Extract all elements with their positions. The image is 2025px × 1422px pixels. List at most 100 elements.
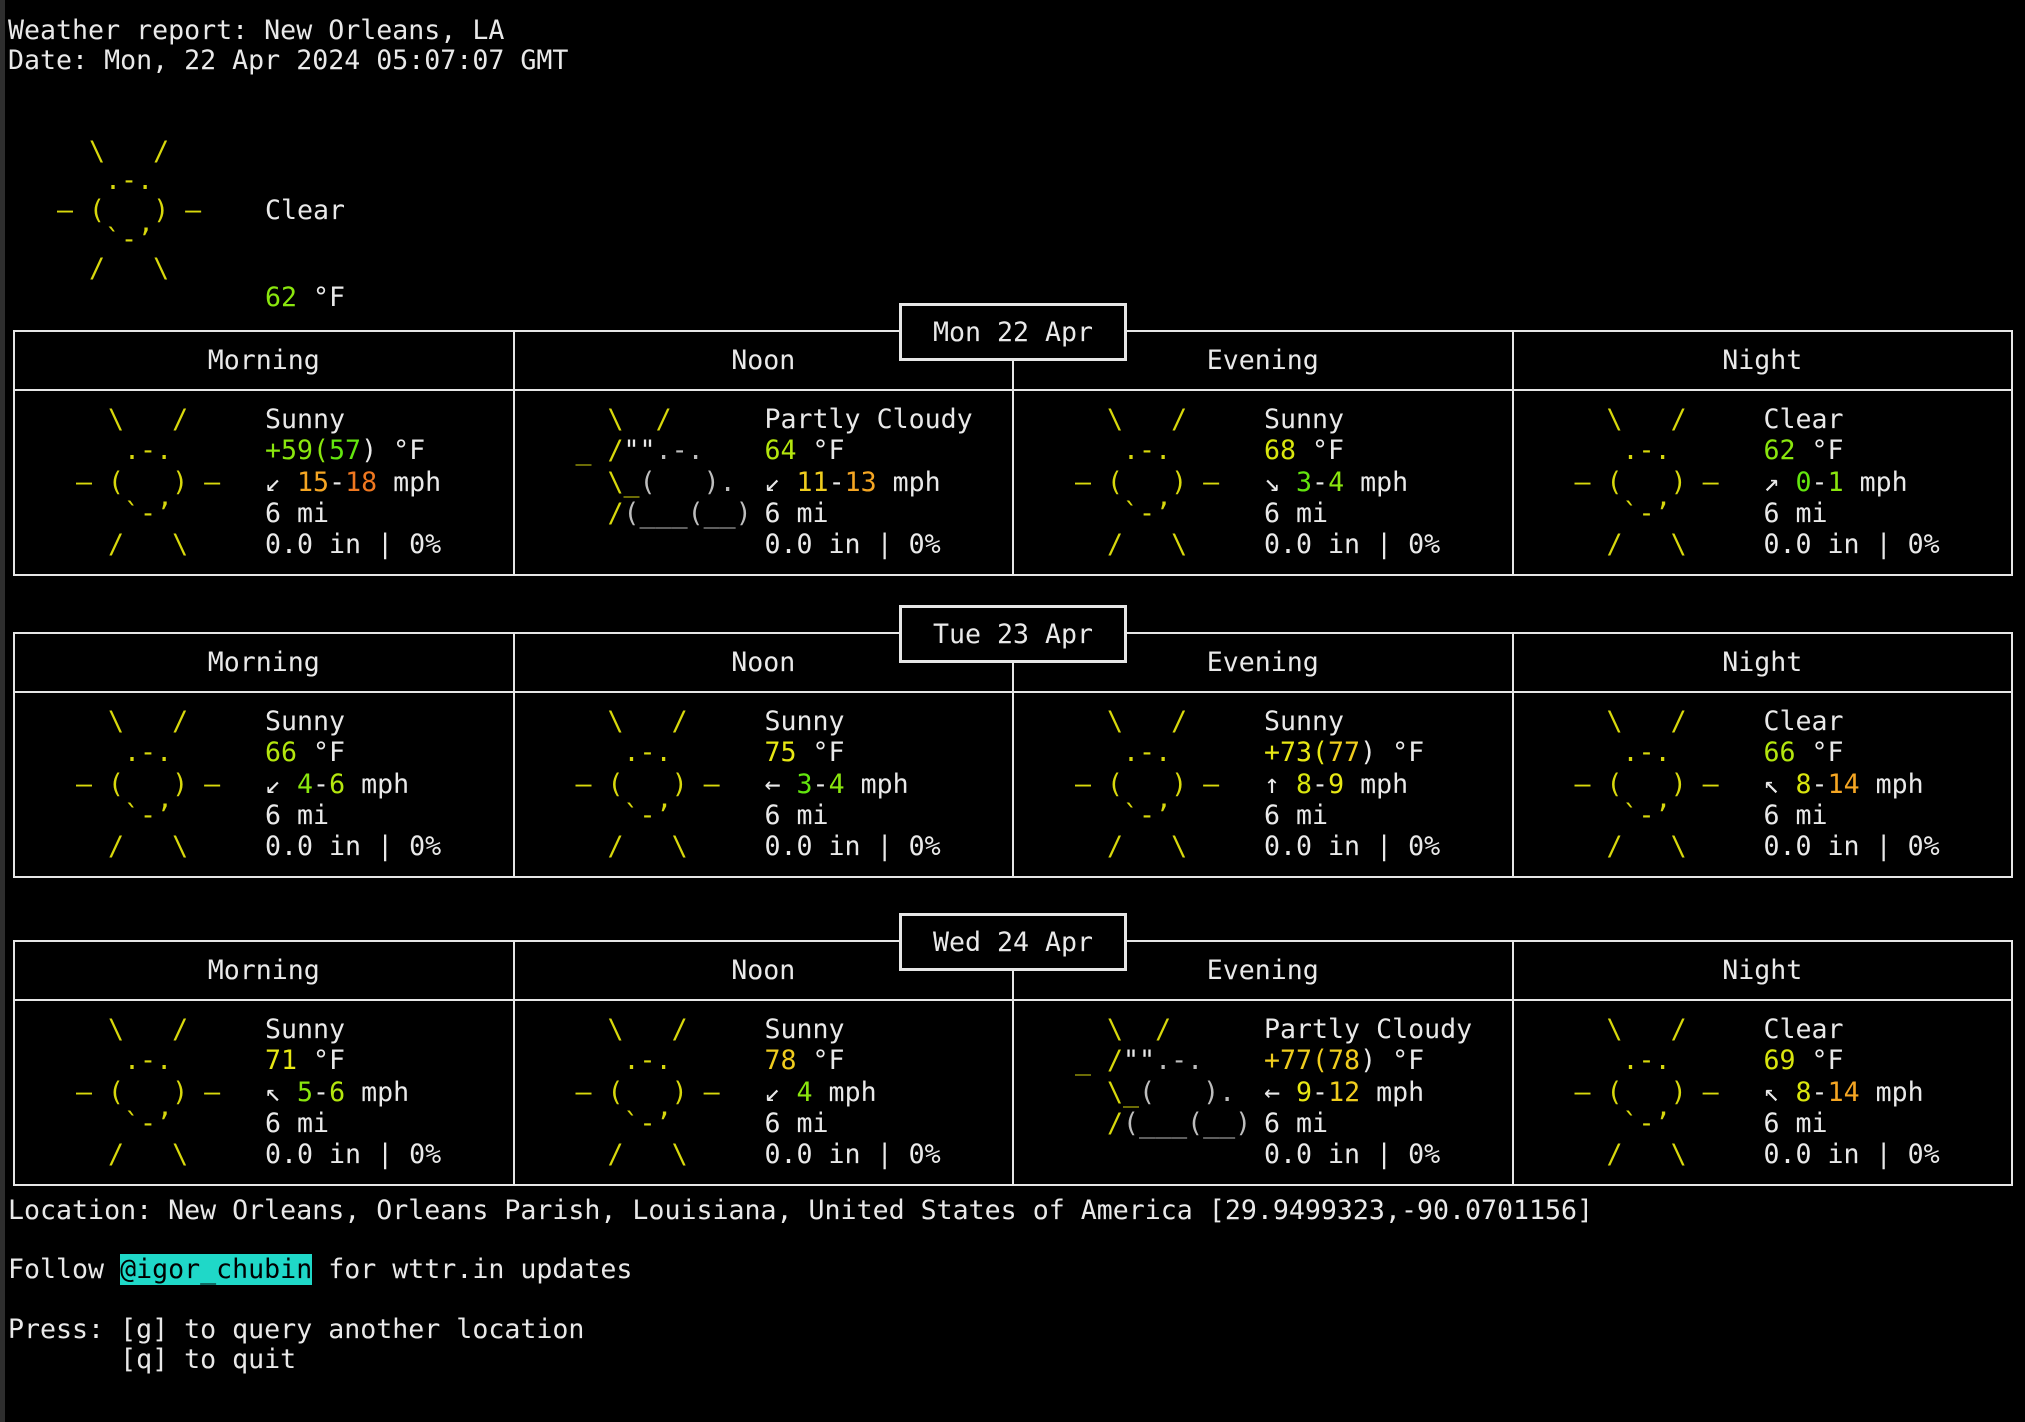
art-line: ― ( ) ―: [560, 1077, 720, 1108]
weather-art: \ / .-. ― ( ) ― `-’ / \: [560, 706, 720, 862]
weather-art: \ / .-. ― ( ) ― `-’ / \: [60, 1014, 220, 1170]
cell-precipitation: 0.0 in | 0%: [1764, 1139, 1940, 1170]
key-hints: Press: [g] to query another location [q]…: [8, 1315, 584, 1374]
current-temperature: 62 °F: [265, 283, 377, 312]
art-line: .-.: [560, 737, 720, 768]
forecast-cell: \ / .-. ― ( ) ― `-’ / \ Sunny78 °F↙ 4 mph…: [513, 1001, 1013, 1184]
cell-info: Sunny75 °F← 3-4 mph6 mi0.0 in | 0%: [765, 706, 941, 862]
forecast-cell: \ / .-. ― ( ) ― `-’ / \Sunny68 °F↘ 3-4 m…: [1012, 391, 1512, 574]
cell-temperature: +59(57) °F: [265, 435, 441, 466]
date-box-connector: [1012, 663, 1014, 693]
forecast-cell: \ / .-. ― ( ) ― `-’ / \Sunny+59(57) °F↙ …: [15, 391, 513, 574]
art-line: /(___(__): [560, 498, 752, 529]
cell-wind: ↗ 0-1 mph: [1764, 467, 1940, 498]
cell-info: Sunny66 °F↙ 4-6 mph6 mi0.0 in | 0%: [265, 706, 441, 862]
hint-query-location: Press: [g] to query another location: [8, 1314, 584, 1345]
art-line: \ /: [60, 706, 220, 737]
art-line: ― ( ) ―: [60, 1077, 220, 1108]
cell-temperature: 71 °F: [265, 1045, 441, 1076]
date-box-connector: [1012, 361, 1014, 391]
art-line: \ /: [60, 1014, 220, 1045]
art-line: ― ( ) ―: [60, 467, 220, 498]
location-line: Location: New Orleans, Orleans Parish, L…: [8, 1195, 1593, 1226]
art-line: .-.: [1559, 1045, 1719, 1076]
column-header-morning: Morning: [15, 332, 513, 389]
cell-info: Sunny71 °F↖ 5-6 mph6 mi0.0 in | 0%: [265, 1014, 441, 1170]
art-line: ― ( ) ―: [1559, 467, 1719, 498]
forecast-cell: \ / _ /"".-. \_( ). /(___(__)Partly Clou…: [513, 391, 1013, 574]
cell-visibility: 6 mi: [1764, 498, 1940, 529]
art-line: .-.: [1059, 737, 1219, 768]
art-line: \_( ).: [1059, 1077, 1251, 1108]
art-line: .-.: [60, 435, 220, 466]
art-line: \ /: [1559, 404, 1719, 435]
weather-art: \ / .-. ― ( ) ― `-’ / \: [60, 706, 220, 862]
hint-quit: [q] to quit: [8, 1344, 296, 1375]
cell-precipitation: 0.0 in | 0%: [265, 1139, 441, 1170]
table-body-row: \ / .-. ― ( ) ― `-’ / \ Sunny71 °F↖ 5-6 m…: [15, 1001, 2011, 1184]
cell-info: Partly Cloudy+77(78) °F← 9-12 mph6 mi0.0…: [1264, 1014, 1472, 1170]
cell-temperature: +73(77) °F: [1264, 737, 1440, 768]
art-line: `-’: [60, 1108, 220, 1139]
cell-visibility: 6 mi: [265, 800, 441, 831]
cell-condition: Partly Cloudy: [1264, 1014, 1472, 1045]
cell-precipitation: 0.0 in | 0%: [265, 529, 441, 560]
forecast-table: MorningNoonEveningNight \ / .-. ― ( ) ― …: [13, 632, 2013, 878]
art-line: / \: [1059, 831, 1219, 862]
art-line: / \: [1059, 529, 1219, 560]
forecast-cell: \ / .-. ― ( ) ― `-’ / \Clear62 °F↗ 0-1 m…: [1512, 391, 2012, 574]
cell-wind: ← 3-4 mph: [765, 769, 941, 800]
cell-precipitation: 0.0 in | 0%: [265, 831, 441, 862]
date-box-label: Mon 22 Apr: [933, 317, 1093, 348]
art-line: \ /: [1559, 706, 1719, 737]
cell-temperature: 75 °F: [765, 737, 941, 768]
forecast-cell: \ / .-. ― ( ) ― `-’ / \ Sunny75 °F← 3-4 m…: [513, 693, 1013, 876]
cell-wind: ↙ 11-13 mph: [765, 467, 973, 498]
cell-temperature: 66 °F: [265, 737, 441, 768]
cell-condition: Clear: [1764, 404, 1940, 435]
forecast-cell: \ / .-. ― ( ) ― `-’ / \Clear66 °F↖ 8-14 …: [1512, 693, 2012, 876]
art-line: .-.: [60, 1045, 220, 1076]
follow-line: Follow @igor_chubin for wttr.in updates: [8, 1255, 632, 1285]
art-line: \ /: [1059, 1014, 1251, 1045]
art-line: ― ( ) ―: [1059, 467, 1219, 498]
forecast-cell: \ / .-. ― ( ) ― `-’ / \ Sunny66 °F↙ 4-6 m…: [15, 693, 513, 876]
forecast-cell: \ / .-. ― ( ) ― `-’ / \Sunny+73(77) °F↑ …: [1012, 693, 1512, 876]
author-handle[interactable]: @igor_chubin: [120, 1254, 312, 1285]
cell-precipitation: 0.0 in | 0%: [765, 831, 941, 862]
weather-art: \ / .-. ― ( ) ― `-’ / \: [1059, 404, 1219, 560]
cell-visibility: 6 mi: [265, 498, 441, 529]
forecast-table: MorningNoonEveningNight \ / .-. ― ( ) ― …: [13, 940, 2013, 1186]
art-line: `-’: [560, 800, 720, 831]
cell-info: Sunny+73(77) °F↑ 8-9 mph6 mi0.0 in | 0%: [1264, 706, 1440, 862]
current-weather-art: \ / .-. ― ( ) ― `-’ / \: [41, 137, 201, 283]
cell-wind: ← 9-12 mph: [1264, 1077, 1472, 1108]
cell-condition: Sunny: [765, 1014, 941, 1045]
art-line: `-’: [60, 498, 220, 529]
column-header-night: Night: [1512, 942, 2012, 999]
table-body-row: \ / .-. ― ( ) ― `-’ / \Sunny+59(57) °F↙ …: [15, 391, 2011, 574]
cell-condition: Sunny: [265, 1014, 441, 1045]
cell-precipitation: 0.0 in | 0%: [1264, 529, 1440, 560]
cell-wind: ↖ 8-14 mph: [1764, 1077, 1940, 1108]
cell-info: Sunny78 °F↙ 4 mph6 mi0.0 in | 0%: [765, 1014, 941, 1170]
art-line: `-’: [41, 225, 201, 254]
weather-art: \ / .-. ― ( ) ― `-’ / \: [560, 1014, 720, 1170]
column-header-night: Night: [1512, 332, 2012, 389]
cell-precipitation: 0.0 in | 0%: [765, 529, 973, 560]
follow-suffix: for wttr.in updates: [312, 1254, 632, 1285]
cell-wind: ↙ 15-18 mph: [265, 467, 441, 498]
column-header-morning: Morning: [15, 942, 513, 999]
cell-condition: Clear: [1764, 706, 1940, 737]
forecast-cell: \ / .-. ― ( ) ― `-’ / \Clear69 °F↖ 8-14 …: [1512, 1001, 2012, 1184]
weather-art: \ / .-. ― ( ) ― `-’ / \: [1559, 706, 1719, 862]
art-line: ― ( ) ―: [560, 769, 720, 800]
follow-prefix: Follow: [8, 1254, 120, 1285]
art-line: `-’: [1559, 498, 1719, 529]
art-line: `-’: [1559, 800, 1719, 831]
column-header-night: Night: [1512, 634, 2012, 691]
cell-visibility: 6 mi: [1264, 498, 1440, 529]
cell-visibility: 6 mi: [1764, 800, 1940, 831]
art-line: .-.: [1559, 435, 1719, 466]
cell-visibility: 6 mi: [1264, 1108, 1472, 1139]
